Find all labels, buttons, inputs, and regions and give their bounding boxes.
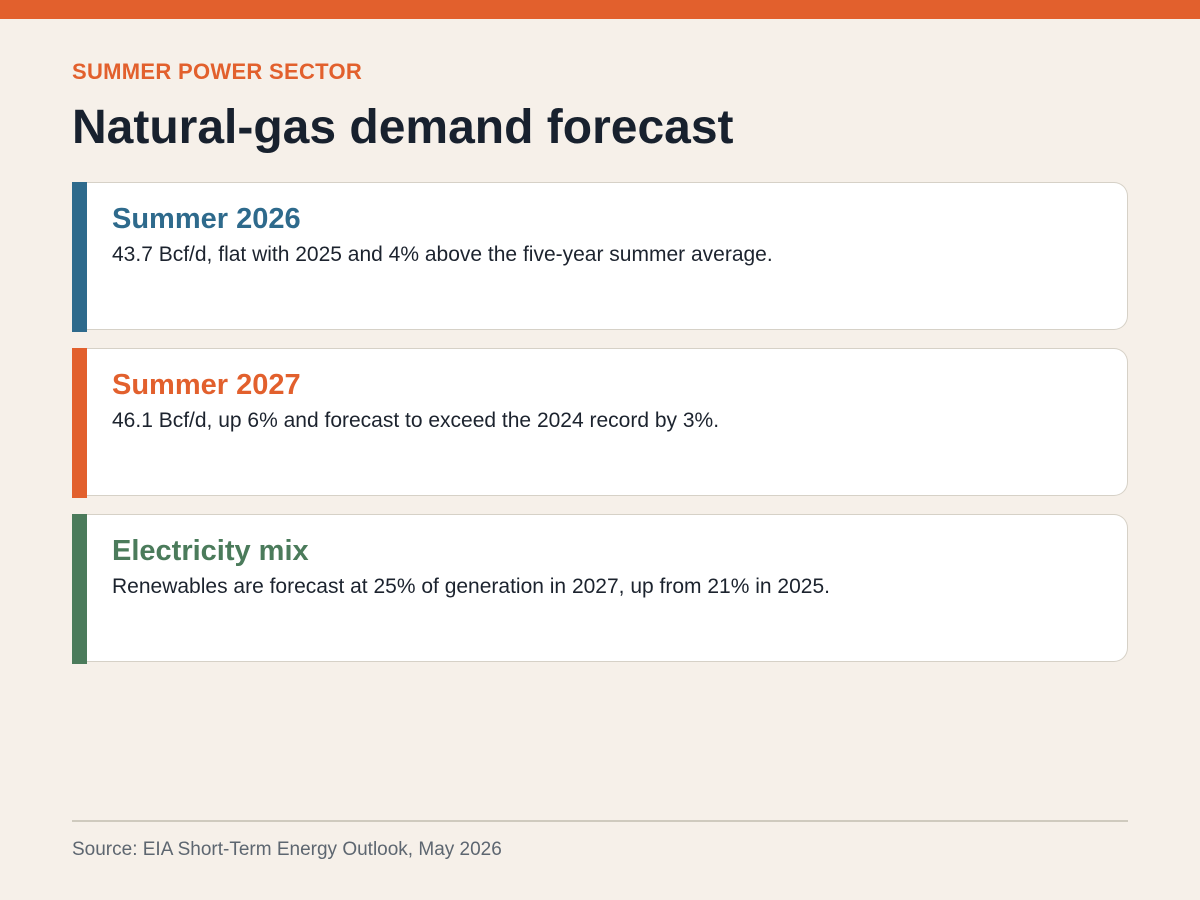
card-summer-2027: Summer 2027 46.1 Bcf/d, up 6% and foreca… (72, 348, 1128, 498)
card-heading: Summer 2027 (112, 369, 301, 401)
card-heading: Electricity mix (112, 535, 309, 567)
card-heading: Summer 2026 (112, 203, 301, 235)
card-accent-bar (72, 182, 87, 332)
card-body: 46.1 Bcf/d, up 6% and forecast to exceed… (112, 409, 720, 432)
card-electricity-mix: Electricity mix Renewables are forecast … (72, 514, 1128, 664)
page-title: Natural-gas demand forecast (72, 101, 734, 154)
card-accent-bar (72, 348, 87, 498)
card-body: 43.7 Bcf/d, flat with 2025 and 4% above … (112, 243, 773, 266)
card-body: Renewables are forecast at 25% of genera… (112, 575, 830, 598)
card-summer-2026: Summer 2026 43.7 Bcf/d, flat with 2025 a… (72, 182, 1128, 332)
footer-divider (72, 820, 1128, 822)
source-note: Source: EIA Short-Term Energy Outlook, M… (72, 839, 502, 860)
card-accent-bar (72, 514, 87, 664)
section-eyebrow: SUMMER POWER SECTOR (72, 59, 363, 84)
top-accent-bar (0, 0, 1200, 19)
